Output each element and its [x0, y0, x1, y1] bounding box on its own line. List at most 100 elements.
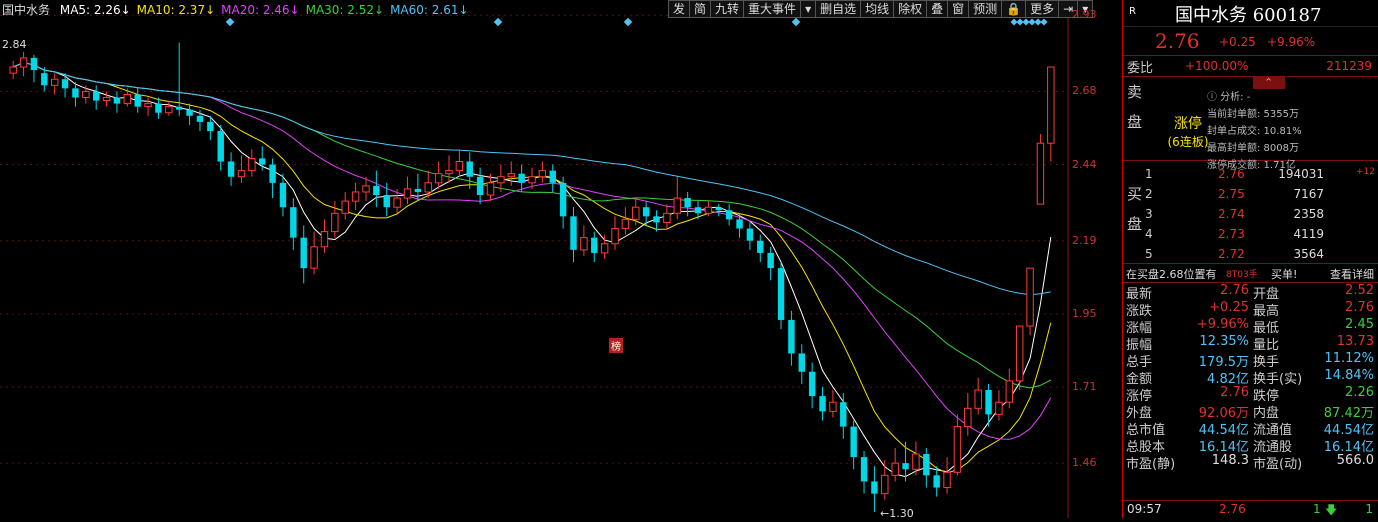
toolbar-button[interactable]: 发: [668, 0, 690, 18]
toolbar-button[interactable]: 更多: [1025, 0, 1059, 18]
candle-body: [102, 97, 111, 102]
limit-up-badge: 涨停 (6连板): [1167, 116, 1209, 149]
candle-body: [777, 268, 785, 320]
quote-panel: R 国中水务 600187 2.76 +0.25 +9.96% 委比 +100.…: [1122, 0, 1378, 518]
candle-body: [694, 207, 702, 214]
candle-body: [798, 353, 805, 372]
candle-body: [746, 228, 754, 241]
toolbar-button[interactable]: 叠: [926, 0, 948, 18]
candle-body: [134, 94, 141, 107]
candle-body: [642, 207, 650, 217]
buy-level-row[interactable]: 1 2.76 194031 +12: [1123, 167, 1378, 187]
price-axis-label: 2.93: [1072, 8, 1097, 22]
toolbar-button[interactable]: ▾: [800, 0, 816, 18]
stats-row: 总市值 44.54亿 流通值 44.54亿: [1126, 423, 1374, 438]
candle-body: [953, 426, 962, 473]
candle-body: [393, 197, 401, 208]
ma-line: [13, 61, 1052, 478]
toolbar-button[interactable]: 九转: [710, 0, 744, 18]
chevron-up-icon: ⌃: [1264, 76, 1274, 89]
candle-body: [518, 173, 525, 183]
wei-bi-row: 委比 +100.00% 211239: [1123, 56, 1378, 77]
toolbar-button[interactable]: 🔒: [1001, 0, 1026, 18]
stats-row: 外盘 92.06万 内盘 87.42万: [1126, 406, 1374, 421]
candle-body: [580, 237, 588, 251]
last-price: 2.76: [1155, 29, 1200, 53]
candle-body: [175, 106, 183, 110]
candle-body: [964, 407, 972, 428]
candle-body: [1036, 142, 1045, 205]
ma-legend-item: MA60: 2.61↓: [390, 3, 469, 17]
candle-body: [1015, 325, 1024, 382]
ma-legend-item: MA30: 2.52↓: [305, 3, 385, 17]
toolbar-button[interactable]: 窗: [947, 0, 969, 18]
candle-body: [227, 161, 235, 177]
candle-body: [403, 188, 412, 199]
low-price-label: ←1.30: [880, 507, 914, 520]
event-marker: [225, 17, 235, 27]
buy-level-row[interactable]: 4 2.73 4119: [1123, 227, 1378, 247]
candle-body: [673, 197, 681, 214]
candle-body: [912, 453, 920, 470]
sell-orderbook: 卖盘 ⌃ ⓘ 分析: - 当前封单额: 5355万 封单占成交: 10.81% …: [1123, 76, 1378, 171]
candle-body: [466, 161, 473, 177]
candle-body: [144, 103, 152, 108]
price-axis-label: 2.68: [1072, 84, 1097, 98]
candle-body: [269, 164, 276, 183]
r-badge: R: [1129, 6, 1136, 17]
stats-row: 涨幅 +9.96% 最低 2.45: [1126, 317, 1374, 336]
candle-body: [549, 170, 556, 183]
candle-body: [860, 457, 868, 482]
toolbar-button[interactable]: 均线: [860, 0, 894, 18]
candle-body: [1047, 66, 1055, 144]
stats-row: 金额 4.82亿 换手(实) 14.84%: [1126, 368, 1374, 387]
buy-level-row[interactable]: 3 2.74 2358: [1123, 207, 1378, 227]
candle-body: [310, 246, 318, 269]
price-row: 2.76 +0.25 +9.96%: [1123, 27, 1378, 56]
candle-body: [985, 390, 992, 415]
stock-name-code: 国中水务 600187: [1175, 5, 1322, 26]
price-axis-label: 2.19: [1072, 233, 1097, 247]
candle-body: [61, 79, 69, 89]
candle-body: [736, 219, 743, 229]
price-axis-label: 1.95: [1072, 306, 1097, 320]
candle-body: [248, 157, 256, 172]
candle-body: [902, 463, 909, 470]
collapse-toggle[interactable]: ⌃: [1253, 76, 1285, 89]
event-marker: [623, 17, 633, 27]
buy-level-row[interactable]: 2 2.75 7167: [1123, 187, 1378, 207]
toolbar-button[interactable]: 除权: [893, 0, 927, 18]
candle-body: [767, 252, 774, 269]
candle-body: [9, 66, 17, 74]
candle-body: [663, 212, 671, 223]
toolbar-button[interactable]: 重大事件: [743, 0, 801, 18]
candle-body: [113, 97, 121, 104]
toolbar-button[interactable]: 删自选: [815, 0, 861, 18]
candle-body: [486, 182, 495, 196]
candlestick-chart[interactable]: [0, 0, 1120, 518]
candle-body: [424, 182, 432, 193]
candle-body: [704, 206, 713, 214]
candle-body: [507, 173, 515, 178]
candle-body: [829, 401, 837, 412]
buy-orderbook: 买盘 1 2.76 194031 +12 2 2.75 7167 3 2.74 2358 4 2.73…: [1123, 161, 1378, 264]
big-order-notice: 在买盘2.68位置有 8T03手 买单! 查看详细: [1123, 264, 1378, 283]
candle-body: [290, 207, 297, 238]
bang-marker[interactable]: 榜: [609, 338, 623, 353]
stats-row: 涨停 2.76 跌停 2.26: [1126, 385, 1374, 404]
candle-body: [92, 91, 100, 101]
toolbar-button[interactable]: 简: [689, 0, 711, 18]
candle-body: [341, 200, 349, 214]
candle-body: [570, 216, 577, 250]
kline-chart-area[interactable]: 国中水务 MA5: 2.26↓ MA10: 2.37↓ MA20: 2.46↓ MA3…: [0, 0, 1120, 520]
candle-body: [82, 90, 90, 99]
candle-body: [974, 389, 982, 409]
candle-body: [434, 173, 443, 184]
candle-body: [414, 188, 422, 192]
ma-legend-item: MA10: 2.37↓: [136, 3, 216, 17]
view-detail-link[interactable]: 查看详细: [1330, 266, 1374, 282]
ma-legend-item: MA20: 2.46↓: [221, 3, 300, 17]
candle-body: [259, 158, 266, 165]
toolbar-button[interactable]: 预测: [968, 0, 1002, 18]
candle-body: [528, 176, 536, 184]
